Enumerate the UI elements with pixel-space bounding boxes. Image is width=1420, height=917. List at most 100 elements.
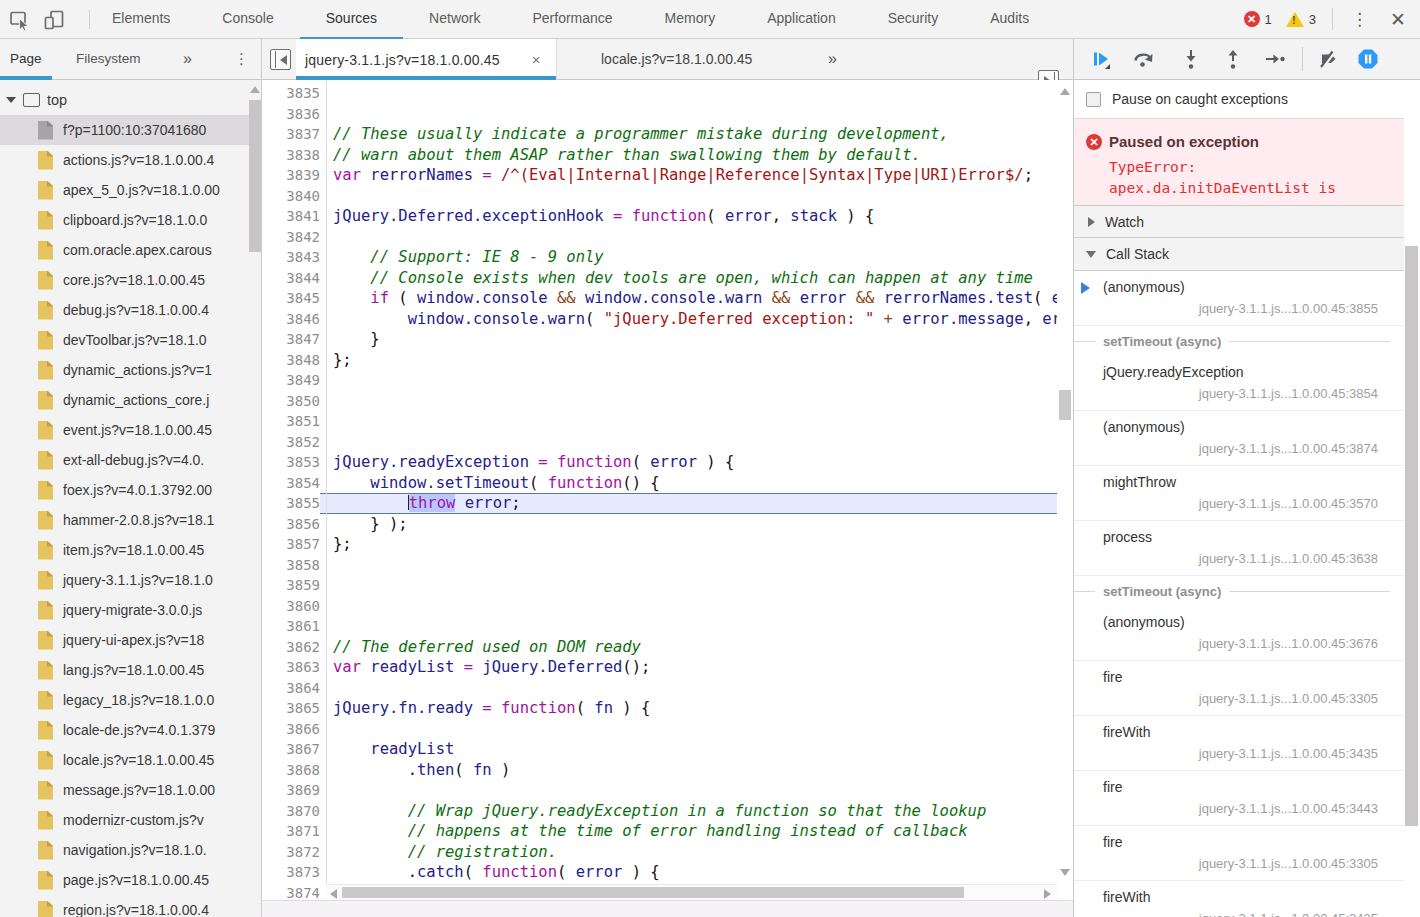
code-line[interactable]: 3862// The deferred used on DOM ready — [262, 637, 1057, 658]
main-tab-console[interactable]: Console — [196, 0, 299, 39]
file-tree-item[interactable]: com.oracle.apex.carous — [0, 235, 249, 265]
call-stack-frame[interactable]: firejquery-3.1.1.js...1.0.00.45:3305 — [1074, 826, 1404, 881]
line-number[interactable]: 3858 — [262, 555, 320, 576]
warning-count[interactable]: 3 — [1309, 12, 1316, 27]
file-tree-item[interactable]: apex_5_0.js?v=18.1.0.00 — [0, 175, 249, 205]
call-stack-frame[interactable]: fireWithjquery-3.1.1.js...1.0.00.45:3435 — [1074, 881, 1404, 917]
code-line[interactable]: 3840 — [262, 186, 1057, 207]
line-number[interactable]: 3845 — [262, 288, 320, 309]
code-line[interactable]: 3841jQuery.Deferred.exceptionHook = func… — [262, 206, 1057, 227]
file-tree-item[interactable]: f?p=1100:10:37041680 — [0, 115, 249, 145]
file-tree-item[interactable]: ext-all-debug.js?v=4.0. — [0, 445, 249, 475]
call-stack-section-header[interactable]: Call Stack — [1074, 238, 1404, 271]
pause-on-exceptions-icon[interactable] — [1356, 47, 1380, 71]
main-tab-security[interactable]: Security — [862, 0, 965, 39]
code-line[interactable]: 3836 — [262, 104, 1057, 125]
sidebar-more-menu[interactable]: ⋮ — [234, 50, 249, 68]
code-line[interactable]: 3850 — [262, 391, 1057, 412]
call-stack-frame[interactable]: (anonymous)jquery-3.1.1.js...1.0.00.45:3… — [1074, 271, 1404, 326]
line-number[interactable]: 3870 — [262, 801, 320, 822]
call-stack-frame[interactable]: firejquery-3.1.1.js...1.0.00.45:3443 — [1074, 771, 1404, 826]
editor-tabs-overflow-icon[interactable]: » — [828, 50, 837, 68]
file-tree-item[interactable]: page.js?v=18.1.0.00.45 — [0, 865, 249, 895]
file-tree-item[interactable]: hammer-2.0.8.js?v=18.1 — [0, 505, 249, 535]
code-line[interactable]: 3853jQuery.readyException = function( er… — [262, 452, 1057, 473]
more-options-menu[interactable]: ⋮ — [1351, 9, 1368, 30]
file-tree-item[interactable]: message.js?v=18.1.0.00 — [0, 775, 249, 805]
call-stack-frame[interactable]: (anonymous)jquery-3.1.1.js...1.0.00.45:3… — [1074, 606, 1404, 661]
file-tree-item[interactable]: locale-de.js?v=4.0.1.379 — [0, 715, 249, 745]
warning-badge-icon[interactable] — [1286, 12, 1304, 27]
device-toolbar-icon[interactable] — [43, 9, 65, 31]
code-line[interactable]: 3848}; — [262, 350, 1057, 371]
code-line[interactable]: 3856 } ); — [262, 514, 1057, 535]
code-editor[interactable]: 383538363837// These usually indicate a … — [262, 80, 1073, 917]
pause-on-caught-checkbox[interactable] — [1086, 92, 1101, 107]
code-line[interactable]: 3839var rerrorNames = /^(Eval|Internal|R… — [262, 165, 1057, 186]
file-tree-item[interactable]: actions.js?v=18.1.0.00.4 — [0, 145, 249, 175]
step-into-icon[interactable] — [1179, 47, 1203, 71]
editor-scroll-down-icon[interactable] — [1060, 869, 1070, 876]
line-number[interactable]: 3864 — [262, 678, 320, 699]
code-line[interactable]: 3861 — [262, 616, 1057, 637]
editor-vscroll-thumb[interactable] — [1059, 390, 1071, 420]
line-number[interactable]: 3850 — [262, 391, 320, 412]
code-line[interactable]: 3845 if ( window.console && window.conso… — [262, 288, 1057, 309]
code-line[interactable]: 3858 — [262, 555, 1057, 576]
file-tree-item[interactable]: debug.js?v=18.1.0.00.4 — [0, 295, 249, 325]
line-number[interactable]: 3860 — [262, 596, 320, 617]
line-number[interactable]: 3842 — [262, 227, 320, 248]
code-line[interactable]: 3860 — [262, 596, 1057, 617]
file-tree-item[interactable]: foex.js?v=4.0.1.3792.00 — [0, 475, 249, 505]
close-devtools-button[interactable]: ✕ — [1390, 8, 1406, 31]
file-tree-item[interactable]: dynamic_actions_core.j — [0, 385, 249, 415]
sidebar-tab-page[interactable]: Page — [0, 39, 52, 80]
editor-tab-locale[interactable]: locale.js?v=18.1.0.00.45 — [581, 39, 772, 79]
line-number[interactable]: 3871 — [262, 821, 320, 842]
code-line[interactable]: 3842 — [262, 227, 1057, 248]
file-tree-item[interactable]: item.js?v=18.1.0.00.45 — [0, 535, 249, 565]
file-tree-item[interactable]: jquery-migrate-3.0.0.js — [0, 595, 249, 625]
line-number[interactable]: 3857 — [262, 534, 320, 555]
file-tree-item[interactable]: clipboard.js?v=18.1.0.0 — [0, 205, 249, 235]
deactivate-breakpoints-icon[interactable] — [1316, 47, 1340, 71]
line-number[interactable]: 3872 — [262, 842, 320, 863]
main-tab-elements[interactable]: Elements — [86, 0, 196, 39]
code-line[interactable]: 3851 — [262, 411, 1057, 432]
sidebar-tabs-overflow-icon[interactable]: » — [183, 50, 192, 68]
sidebar-tab-filesystem[interactable]: Filesystem — [66, 39, 151, 80]
step-icon[interactable] — [1263, 47, 1287, 71]
file-tree-item[interactable]: legacy_18.js?v=18.1.0.0 — [0, 685, 249, 715]
watch-section-header[interactable]: Watch — [1074, 205, 1404, 238]
editor-hscroll-thumb[interactable] — [342, 887, 964, 898]
editor-scroll-up-icon[interactable] — [1060, 88, 1070, 95]
file-tree-item[interactable]: jquery-ui-apex.js?v=18 — [0, 625, 249, 655]
code-line[interactable]: 3866 — [262, 719, 1057, 740]
code-line[interactable]: 3873 .catch( function( error ) { — [262, 862, 1057, 883]
code-line[interactable]: 3846 window.console.warn( "jQuery.Deferr… — [262, 309, 1057, 330]
code-line[interactable]: 3854 window.setTimeout( function() { — [262, 473, 1057, 494]
code-line[interactable]: 3849 — [262, 370, 1057, 391]
line-number[interactable]: 3841 — [262, 206, 320, 227]
code-line[interactable]: 3837// These usually indicate a programm… — [262, 124, 1057, 145]
line-number[interactable]: 3859 — [262, 575, 320, 596]
file-tree-item[interactable]: navigation.js?v=18.1.0. — [0, 835, 249, 865]
main-tab-sources[interactable]: Sources — [300, 0, 403, 39]
resume-script-icon[interactable] — [1088, 47, 1112, 71]
line-number[interactable]: 3838 — [262, 145, 320, 166]
code-line[interactable]: 3867 readyList — [262, 739, 1057, 760]
line-number[interactable]: 3855 — [262, 493, 320, 514]
main-tab-network[interactable]: Network — [403, 0, 506, 39]
line-number[interactable]: 3846 — [262, 309, 320, 330]
sidebar-editor-divider[interactable] — [261, 39, 262, 917]
debugger-scrollbar[interactable] — [1405, 246, 1418, 826]
call-stack-frame[interactable]: mightThrowjquery-3.1.1.js...1.0.00.45:35… — [1074, 466, 1404, 521]
code-line[interactable]: 3872 // registration. — [262, 842, 1057, 863]
line-number[interactable]: 3840 — [262, 186, 320, 207]
call-stack-frame[interactable]: fireWithjquery-3.1.1.js...1.0.00.45:3435 — [1074, 716, 1404, 771]
code-line[interactable]: 3835 — [262, 83, 1057, 104]
line-number[interactable]: 3836 — [262, 104, 320, 125]
call-stack-frame[interactable]: jQuery.readyExceptionjquery-3.1.1.js...1… — [1074, 356, 1404, 411]
code-line[interactable]: 3843 // Support: IE 8 - 9 only — [262, 247, 1057, 268]
line-number[interactable]: 3865 — [262, 698, 320, 719]
